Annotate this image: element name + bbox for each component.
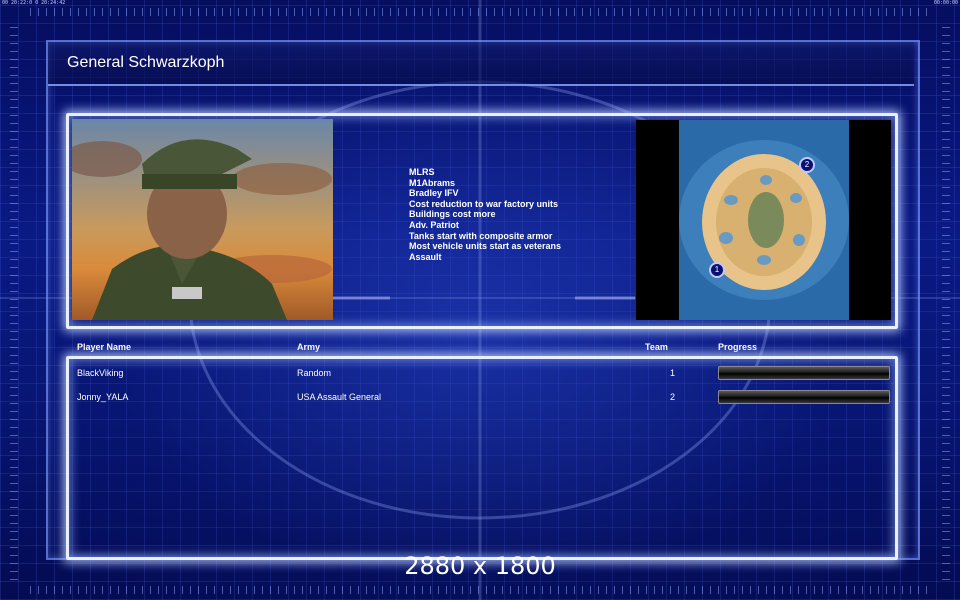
general-portrait: [72, 119, 333, 320]
feature-item: M1Abrams: [409, 177, 456, 188]
map-preview: 1 2: [636, 120, 891, 320]
feature-item: Buildings cost more: [409, 209, 496, 220]
ruler-left: [10, 20, 18, 580]
ruler-bottom: [30, 586, 930, 594]
header-progress: Progress: [718, 342, 758, 352]
player-name: BlackViking: [77, 368, 124, 378]
feature-item: Most vehicle units start as veterans: [409, 241, 562, 252]
player-army: USA Assault General: [297, 392, 382, 402]
feature-item: MLRS: [409, 167, 435, 177]
player-team: 2: [670, 392, 676, 402]
ruler-right: [942, 20, 950, 580]
status-right: 00:00:00: [933, 0, 958, 6]
start-position-marker: 1: [709, 262, 725, 278]
header-player-name: Player Name: [77, 342, 132, 352]
feature-item: Adv. Patriot: [409, 219, 459, 230]
header-army: Army: [297, 342, 321, 352]
header-team: Team: [645, 342, 668, 352]
start-position-marker: 2: [799, 157, 815, 173]
status-left: 00 20:22:0 0 20:24:42: [2, 0, 66, 6]
feature-item: Cost reduction to war factory units: [409, 198, 559, 209]
player-army: Random: [297, 368, 332, 378]
player-list-panel: [66, 356, 898, 560]
ruler-top: [30, 8, 930, 16]
feature-item: Assault: [409, 251, 442, 262]
player-team: 1: [670, 368, 676, 378]
general-features-list: MLRS M1Abrams Bradley IFV Cost reduction…: [409, 167, 561, 262]
player-name: Jonny_YALA: [77, 392, 129, 402]
page-title: General Schwarzkoph: [67, 54, 225, 71]
feature-item: Tanks start with composite armor: [409, 230, 553, 241]
status-strip: 00 20:22:0 0 20:24:42 00:00:00: [0, 0, 960, 6]
resolution-label: 2880 x 1800: [404, 552, 556, 580]
progress-bar: [718, 390, 890, 404]
progress-bar: [718, 366, 890, 380]
feature-item: Bradley IFV: [409, 188, 459, 199]
